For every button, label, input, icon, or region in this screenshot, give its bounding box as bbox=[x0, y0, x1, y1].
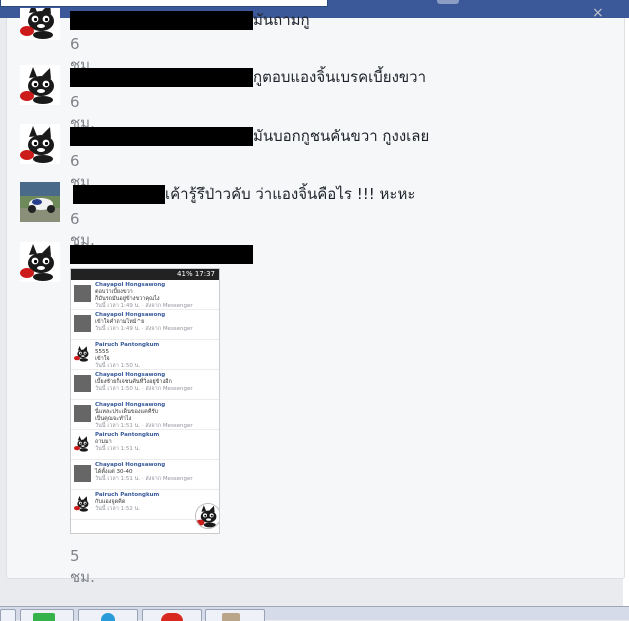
redacted-name bbox=[73, 184, 165, 204]
attached-message-text: Chayapol Hongsawong เบี้ยงซ้ายก็เจชนคันที… bbox=[95, 372, 193, 393]
attached-message-meta: วันนี้ เวลา 1:51 น. · ส่งจาก Messenger bbox=[95, 423, 193, 429]
attached-message-name: Chayapol Hongsawong bbox=[95, 372, 166, 378]
message-list: Chayapol Hongsawong ตอบว่าเบี้ยงขวา ก็มันร… bbox=[71, 280, 219, 520]
attached-message-meta: วันนี้ เวลา 1:52 น. bbox=[95, 506, 141, 512]
attached-message-line: เบี้ยงซ้ายก็เจชนคันที่วิ่งอยู่ข้างอีก bbox=[95, 379, 172, 385]
redacted-name bbox=[70, 244, 253, 264]
attached-message-meta: วันนี้ เวลา 1:51 น. · ส่งจาก Messenger bbox=[95, 476, 193, 482]
photo-avatar bbox=[74, 405, 91, 422]
taskbar-item-line[interactable] bbox=[20, 609, 74, 621]
phone-status-bar: 41% 17:37 bbox=[71, 269, 219, 280]
attached-message-meta: วันนี้ เวลา 1:49 น. · ส่งจาก Messenger bbox=[95, 303, 193, 309]
photo-avatar bbox=[74, 375, 91, 392]
attached-message-text: Chayapol Hongsawong เข้าใจคำถามไหม้^ย วันน… bbox=[95, 312, 193, 333]
redacted-name bbox=[70, 67, 253, 87]
attached-message-line: เป็นคุณจะทำไง bbox=[95, 416, 132, 422]
comment-timestamp[interactable]: 5 ชม. bbox=[70, 547, 95, 589]
attached-screenshot[interactable]: 41% 17:37 Chayapol Hongsawong ตอบว่าเบี้ย… bbox=[70, 268, 220, 534]
motorcycle-avatar[interactable] bbox=[20, 182, 60, 222]
taskbar-item-tools[interactable] bbox=[205, 609, 265, 621]
attached-message-name: Chayapol Hongsawong bbox=[95, 312, 166, 318]
attached-message-row: Pairuch Pantongkum ถามมา วันนี้ เวลา 1:51 … bbox=[71, 430, 219, 460]
attached-message-name: Pairuch Pantongkum bbox=[95, 432, 160, 438]
photo-avatar bbox=[74, 285, 91, 302]
comment-body: มันบอกกูชนคันขวา กูงงเลย bbox=[70, 124, 429, 148]
attached-message-text: Chayapol Hongsawong ได้ตั้งแต่ 30-40 วันนี… bbox=[95, 462, 193, 483]
attached-message-line: เข้าใจ bbox=[95, 356, 110, 362]
comment-text: กูตอบแองจิ้นเบรคเบี้ยงขวา bbox=[253, 68, 426, 86]
attached-message-meta: วันนี้ เวลา 1:50 น. bbox=[95, 363, 141, 369]
photo-avatar bbox=[74, 465, 91, 482]
attached-message-line: ถามมา bbox=[95, 439, 112, 445]
attached-message-line: ตอบว่าเบี้ยงขวา bbox=[95, 289, 133, 295]
attached-message-line: กับแองจูดคิด bbox=[95, 499, 126, 505]
attached-message-text: Chayapol Hongsawong นี่แหละประเด็นของแคคี… bbox=[95, 402, 193, 430]
cat-avatar-icon[interactable] bbox=[20, 65, 60, 105]
attached-message-line: ได้ตั้งแต่ 30-40 bbox=[95, 469, 133, 475]
cat-avatar-icon bbox=[74, 435, 91, 452]
cat-avatar-icon[interactable] bbox=[20, 8, 60, 48]
search-input[interactable] bbox=[0, 0, 328, 7]
attached-message-row: Chayapol Hongsawong ได้ตั้งแต่ 30-40 วันนี… bbox=[71, 460, 219, 490]
cat-avatar-icon bbox=[74, 345, 91, 362]
attached-message-line: นี่แหละประเด็นของแคคีรับ bbox=[95, 409, 158, 415]
cat-avatar-icon bbox=[74, 495, 91, 512]
cat-avatar-icon[interactable] bbox=[20, 124, 60, 164]
attached-message-name: Chayapol Hongsawong bbox=[95, 402, 166, 408]
photo-avatar bbox=[74, 315, 91, 332]
attached-message-row: Chayapol Hongsawong นี่แหละประเด็นของแคคี… bbox=[71, 400, 219, 430]
redacted-name bbox=[70, 126, 253, 146]
attached-message-name: Chayapol Hongsawong bbox=[95, 462, 166, 468]
taskbar-item[interactable] bbox=[0, 609, 16, 621]
attached-message-row: Chayapol Hongsawong ตอบว่าเบี้ยงขวา ก็มันร… bbox=[71, 280, 219, 310]
comment-text: มันถามกู bbox=[253, 11, 310, 29]
friend-requests-icon[interactable] bbox=[437, 0, 459, 4]
attached-message-meta: วันนี้ เวลา 1:50 น. · ส่งจาก Messenger bbox=[95, 386, 193, 392]
attached-message-text: Chayapol Hongsawong ตอบว่าเบี้ยงขวา ก็มันร… bbox=[95, 282, 193, 310]
attached-message-line: ก็มันรถมันอยู่ข้างขวาคุณไง bbox=[95, 296, 160, 302]
attached-message-name: Chayapol Hongsawong bbox=[95, 282, 166, 288]
taskbar-item-browser[interactable] bbox=[78, 609, 138, 621]
attached-message-line: เข้าใจคำถามไหม้^ย bbox=[95, 319, 145, 325]
attached-message-line: 5555 bbox=[95, 349, 109, 355]
attached-message-meta: วันนี้ เวลา 1:49 น. · ส่งจาก Messenger bbox=[95, 326, 193, 332]
comment-text: มันบอกกูชนคันขวา กูงงเลย bbox=[253, 127, 430, 145]
comment-text: เค้ารู้รึป่าวคับ ว่าแองจิ้นคือไร !!! หะห… bbox=[165, 185, 416, 203]
comment-body bbox=[70, 242, 253, 266]
comment-body: เค้ารู้รึป่าวคับ ว่าแองจิ้นคือไร !!! หะห… bbox=[70, 182, 415, 206]
attached-message-row: Pairuch Pantongkum 5555 เข้าใจ วันนี้ เวลา … bbox=[71, 340, 219, 370]
attached-message-name: Pairuch Pantongkum bbox=[95, 342, 160, 348]
attached-message-meta: วันนี้ เวลา 1:51 น. bbox=[95, 446, 141, 452]
attached-message-row: Chayapol Hongsawong เข้าใจคำถามไหม้^ย วันน… bbox=[71, 310, 219, 340]
taskbar bbox=[0, 606, 629, 621]
attached-message-name: Pairuch Pantongkum bbox=[95, 492, 160, 498]
redacted-name bbox=[70, 10, 253, 30]
attached-message-text: Pairuch Pantongkum 5555 เข้าใจ วันนี้ เวลา … bbox=[95, 342, 159, 370]
comment-body: มันถามกู bbox=[70, 8, 310, 32]
attached-message-text: Pairuch Pantongkum กับแองจูดคิด วันนี้ เวล… bbox=[95, 492, 159, 513]
cat-avatar-icon[interactable] bbox=[20, 242, 60, 282]
comment-body: กูตอบแองจิ้นเบรคเบี้ยงขวา bbox=[70, 65, 426, 89]
close-icon[interactable]: × bbox=[592, 6, 604, 20]
chat-head-avatar[interactable] bbox=[195, 503, 219, 529]
attached-message-row: Chayapol Hongsawong เบี้ยงซ้ายก็เจชนคันที… bbox=[71, 370, 219, 400]
taskbar-item-app[interactable] bbox=[142, 609, 202, 621]
attached-message-text: Pairuch Pantongkum ถามมา วันนี้ เวลา 1:51 … bbox=[95, 432, 159, 453]
